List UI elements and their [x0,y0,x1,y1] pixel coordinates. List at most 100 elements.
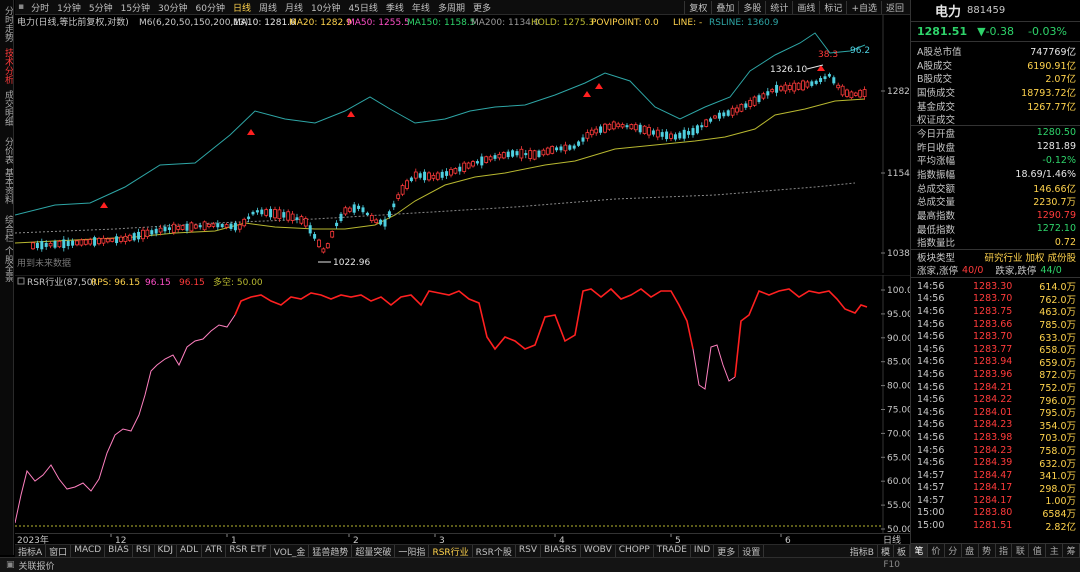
left-tab-0[interactable]: 分时走势 [1,4,13,44]
left-tab-3[interactable]: 分价表 [1,130,13,170]
indicator-tab-17[interactable]: WOBV [581,544,616,558]
indicator-tab-6[interactable]: ADL [177,544,203,558]
panel-tab-2[interactable]: 分 [945,544,962,557]
stat-value: 1290.79 [1036,209,1076,221]
panel-tab-8[interactable]: 主 [1046,544,1064,557]
period-tab-10[interactable]: 45日线 [344,1,381,14]
tick-row: 14:56 1283.70 762.0万 [911,293,1080,306]
toolbar-right-3[interactable]: 统计 [765,1,792,14]
indicator-tab-7[interactable]: ATR [202,544,227,558]
indicator-tab-20[interactable]: IND [691,544,715,558]
left-tab-6[interactable]: 个股全景 [1,244,13,284]
y-tick-label: 1154 [887,169,910,179]
indicator-tab-3[interactable]: BIAS [105,544,133,558]
indicator-tab-19[interactable]: TRADE [654,544,691,558]
tick-price: 1284.23 [973,444,1013,456]
indicator-tab-9[interactable]: VOL_金 [271,544,310,558]
toolbar-right-7[interactable]: 返回 [880,1,908,14]
period-tab-2[interactable]: 5分钟 [85,1,117,14]
stats-list: A股总市值 747769亿 A股成交 6190.91亿 B股成交 2.07亿 国债成交 187… [911,42,1080,249]
toolbar-right-0[interactable]: 复权 [684,1,711,14]
panel-tab-3[interactable]: 盘 [962,544,979,557]
indicator-tab-16[interactable]: BIASRS [541,544,581,558]
tick-price: 1284.21 [973,381,1013,393]
indicator-tab-4[interactable]: RSI [133,544,155,558]
indicator-tab-1[interactable]: 窗口 [46,544,72,558]
period-tab-6[interactable]: 日线 [229,1,255,14]
indicator-tab-11[interactable]: 超量突破 [352,544,396,558]
indicator-b-tab-1[interactable]: 模 [878,544,894,558]
indicator-tab-14[interactable]: RSR个股 [473,544,516,558]
signal-marker-1 [247,129,255,135]
period-tab-5[interactable]: 60分钟 [192,1,229,14]
rsr-y-tick: 70.00 [887,429,910,439]
indicator-tab-bar: 指标A 窗口 MACD BIAS RSI KDJ ADL ATR RSR ETF VOL_金 猛兽趋… [15,544,910,558]
stat-label: 最低指数 [917,224,956,236]
rsr-chart[interactable]: RSR行业(87,50) RPS: 96.15 96.15 96.15 多空: 50.0… [14,274,913,535]
tick-price: 1283.70 [973,293,1013,305]
panel-tab-0[interactable]: 笔 [911,544,928,557]
rsr-settings-icon[interactable] [17,277,25,285]
period-tab-13[interactable]: 多周期 [434,1,469,14]
period-tab-1[interactable]: 1分钟 [53,1,85,14]
indicator-tab-13[interactable]: RSR行业 [429,544,473,558]
indicator-tab-12[interactable]: 一阳指 [395,544,430,558]
left-tab-4[interactable]: 基本资料 [1,166,13,206]
tick-price: 1283.30 [973,280,1013,292]
indicator-tab-21[interactable]: 更多 [714,544,740,558]
kline-chart[interactable]: 电力(日线,等比前复权,对数) M6(6,20,50,150,200,13) MA1… [14,15,910,273]
panel-tab-9[interactable]: 筹 [1063,544,1080,557]
toolbar-right-1[interactable]: 叠加 [711,1,738,14]
toolbar-right-6[interactable]: +自选 [846,1,881,14]
tick-row: 15:00 1281.51 2.82亿 [911,519,1080,533]
period-tab-11[interactable]: 季线 [382,1,408,14]
f10-label[interactable]: F10 [883,560,900,570]
indicator-tab-0[interactable]: 指标A [15,544,47,558]
tick-time: 14:56 [917,431,945,443]
toolbar-right-2[interactable]: 多股 [738,1,765,14]
period-tab-14[interactable]: 更多 [469,1,495,14]
period-tab-4[interactable]: 30分钟 [154,1,191,14]
panel-tab-1[interactable]: 价 [928,544,945,557]
rsr-y-tick: 80.00 [887,382,910,392]
indicator-b-tab-2[interactable]: 板 [894,544,910,558]
peak-label: 38.3 [818,50,838,60]
indicator-b-tab-0[interactable]: 指标B [847,544,878,558]
left-tab-2[interactable]: 成交明细 [1,88,13,128]
tick-row: 14:57 1284.47 341.0万 [911,469,1080,483]
tick-list[interactable]: 14:56 1283.30 614.0万 14:56 1283.70 762.0万 14:5… [911,278,1080,533]
linked-quote-label[interactable]: 关联报价 [19,559,884,572]
panel-tab-7[interactable]: 值 [1029,544,1047,557]
period-tab-0[interactable]: 分时 [27,1,53,14]
rsr-pink-line-2 [692,344,736,390]
rsr-svg[interactable]: RSR行业(87,50)RPS: 96.15 96.15 96.15 多空: 50.0… [14,274,913,535]
left-tab-5[interactable]: 综合栏 [1,208,13,248]
stat-row: 权证成交 [911,112,1080,127]
period-tab-3[interactable]: 15分钟 [117,1,154,14]
period-tab-9[interactable]: 10分钟 [307,1,344,14]
tick-price: 1283.66 [973,318,1013,330]
kline-svg[interactable]: 电力(日线,等比前复权,对数) M6(6,20,50,150,200,13)MA1… [14,15,910,273]
stat-label: 最高指数 [917,211,956,223]
indicator-tab-10[interactable]: 猛兽趋势 [309,544,353,558]
panel-tab-5[interactable]: 指 [996,544,1013,557]
left-tab-1[interactable]: 技术分析 [1,46,13,86]
period-tab-7[interactable]: 周线 [255,1,281,14]
period-tab-12[interactable]: 年线 [408,1,434,14]
indicator-tab-5[interactable]: KDJ [155,544,177,558]
toolbar-right-4[interactable]: 画线 [792,1,819,14]
board-type-value[interactable]: 研究行业 加权 成份股 [984,250,1076,264]
toolbar-grid-icon[interactable]: ▪ [18,2,24,12]
period-tab-8[interactable]: 月线 [281,1,307,14]
indicator-tab-15[interactable]: RSV [516,544,542,558]
tick-price: 1283.75 [973,305,1013,317]
indicator-tab-18[interactable]: CHOPP [616,544,654,558]
toolbar-right-5[interactable]: 标记 [819,1,846,14]
rsr-value-0: RPS: 96.15 [91,278,140,288]
indicator-tab-2[interactable]: MACD [71,544,106,558]
tick-price: 1284.39 [973,457,1013,469]
indicator-tab-8[interactable]: RSR ETF [226,544,271,558]
panel-tab-6[interactable]: 联 [1012,544,1030,557]
panel-tab-4[interactable]: 势 [979,544,996,557]
indicator-tab-22[interactable]: 设置 [739,544,765,558]
